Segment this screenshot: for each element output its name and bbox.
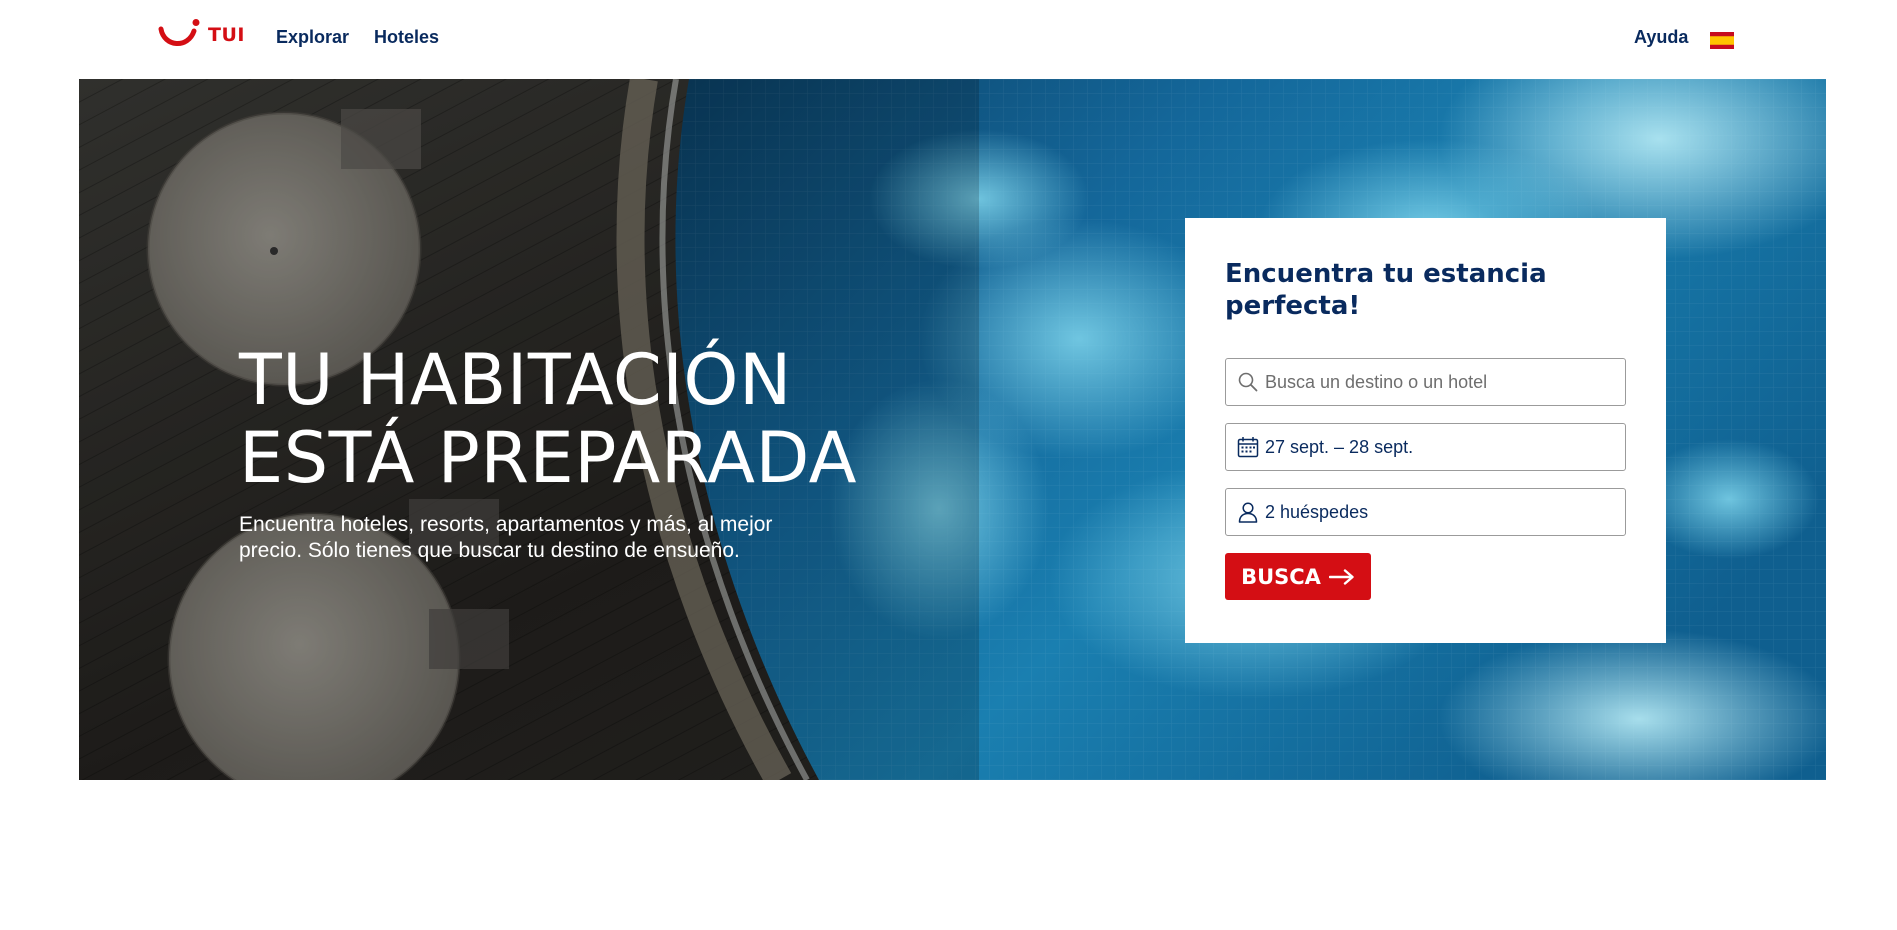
search-icon: [1237, 371, 1259, 393]
calendar-icon: [1237, 436, 1259, 458]
destination-input[interactable]: [1265, 359, 1625, 405]
nav-explorar[interactable]: Explorar: [276, 27, 349, 48]
hero-subtitle: Encuentra hoteles, resorts, apartamentos…: [239, 513, 773, 562]
spain-flag-icon[interactable]: [1710, 32, 1734, 49]
guests-value: 2 huéspedes: [1265, 501, 1369, 522]
guests-field[interactable]: 2 huéspedes: [1225, 488, 1626, 536]
search-button-label: BUSCA: [1241, 564, 1321, 589]
dates-field[interactable]: 27 sept. – 28 sept.: [1225, 423, 1626, 471]
hero-banner: TU HABITACIÓN ESTÁ PREPARADA Encuentra h…: [79, 79, 1826, 780]
hero-title-line-1: TU HABITACIÓN: [239, 339, 792, 421]
main-nav: Explorar Hoteles: [276, 27, 439, 48]
logo-text: TUI: [208, 24, 245, 46]
help-link[interactable]: Ayuda: [1634, 27, 1688, 48]
hero-title-line-2: ESTÁ PREPARADA: [239, 417, 858, 499]
tui-logo[interactable]: TUI: [158, 19, 245, 51]
search-card-title: Encuentra tu estancia perfecta!: [1225, 259, 1547, 321]
search-card: Encuentra tu estancia perfecta! Busca un…: [1185, 218, 1666, 643]
search-button[interactable]: BUSCA: [1225, 553, 1371, 600]
nav-hoteles[interactable]: Hoteles: [374, 27, 439, 48]
user-icon: [1237, 501, 1259, 523]
hero-title: TU HABITACIÓN ESTÁ PREPARADA: [239, 341, 857, 497]
tui-smile-logo-icon: [158, 19, 200, 46]
destination-field[interactable]: [1225, 358, 1626, 406]
dates-value: 27 sept. – 28 sept.: [1265, 436, 1414, 457]
site-header: TUI Explorar Hoteles Ayuda: [0, 0, 1897, 79]
arrow-right-icon: [1328, 568, 1355, 585]
